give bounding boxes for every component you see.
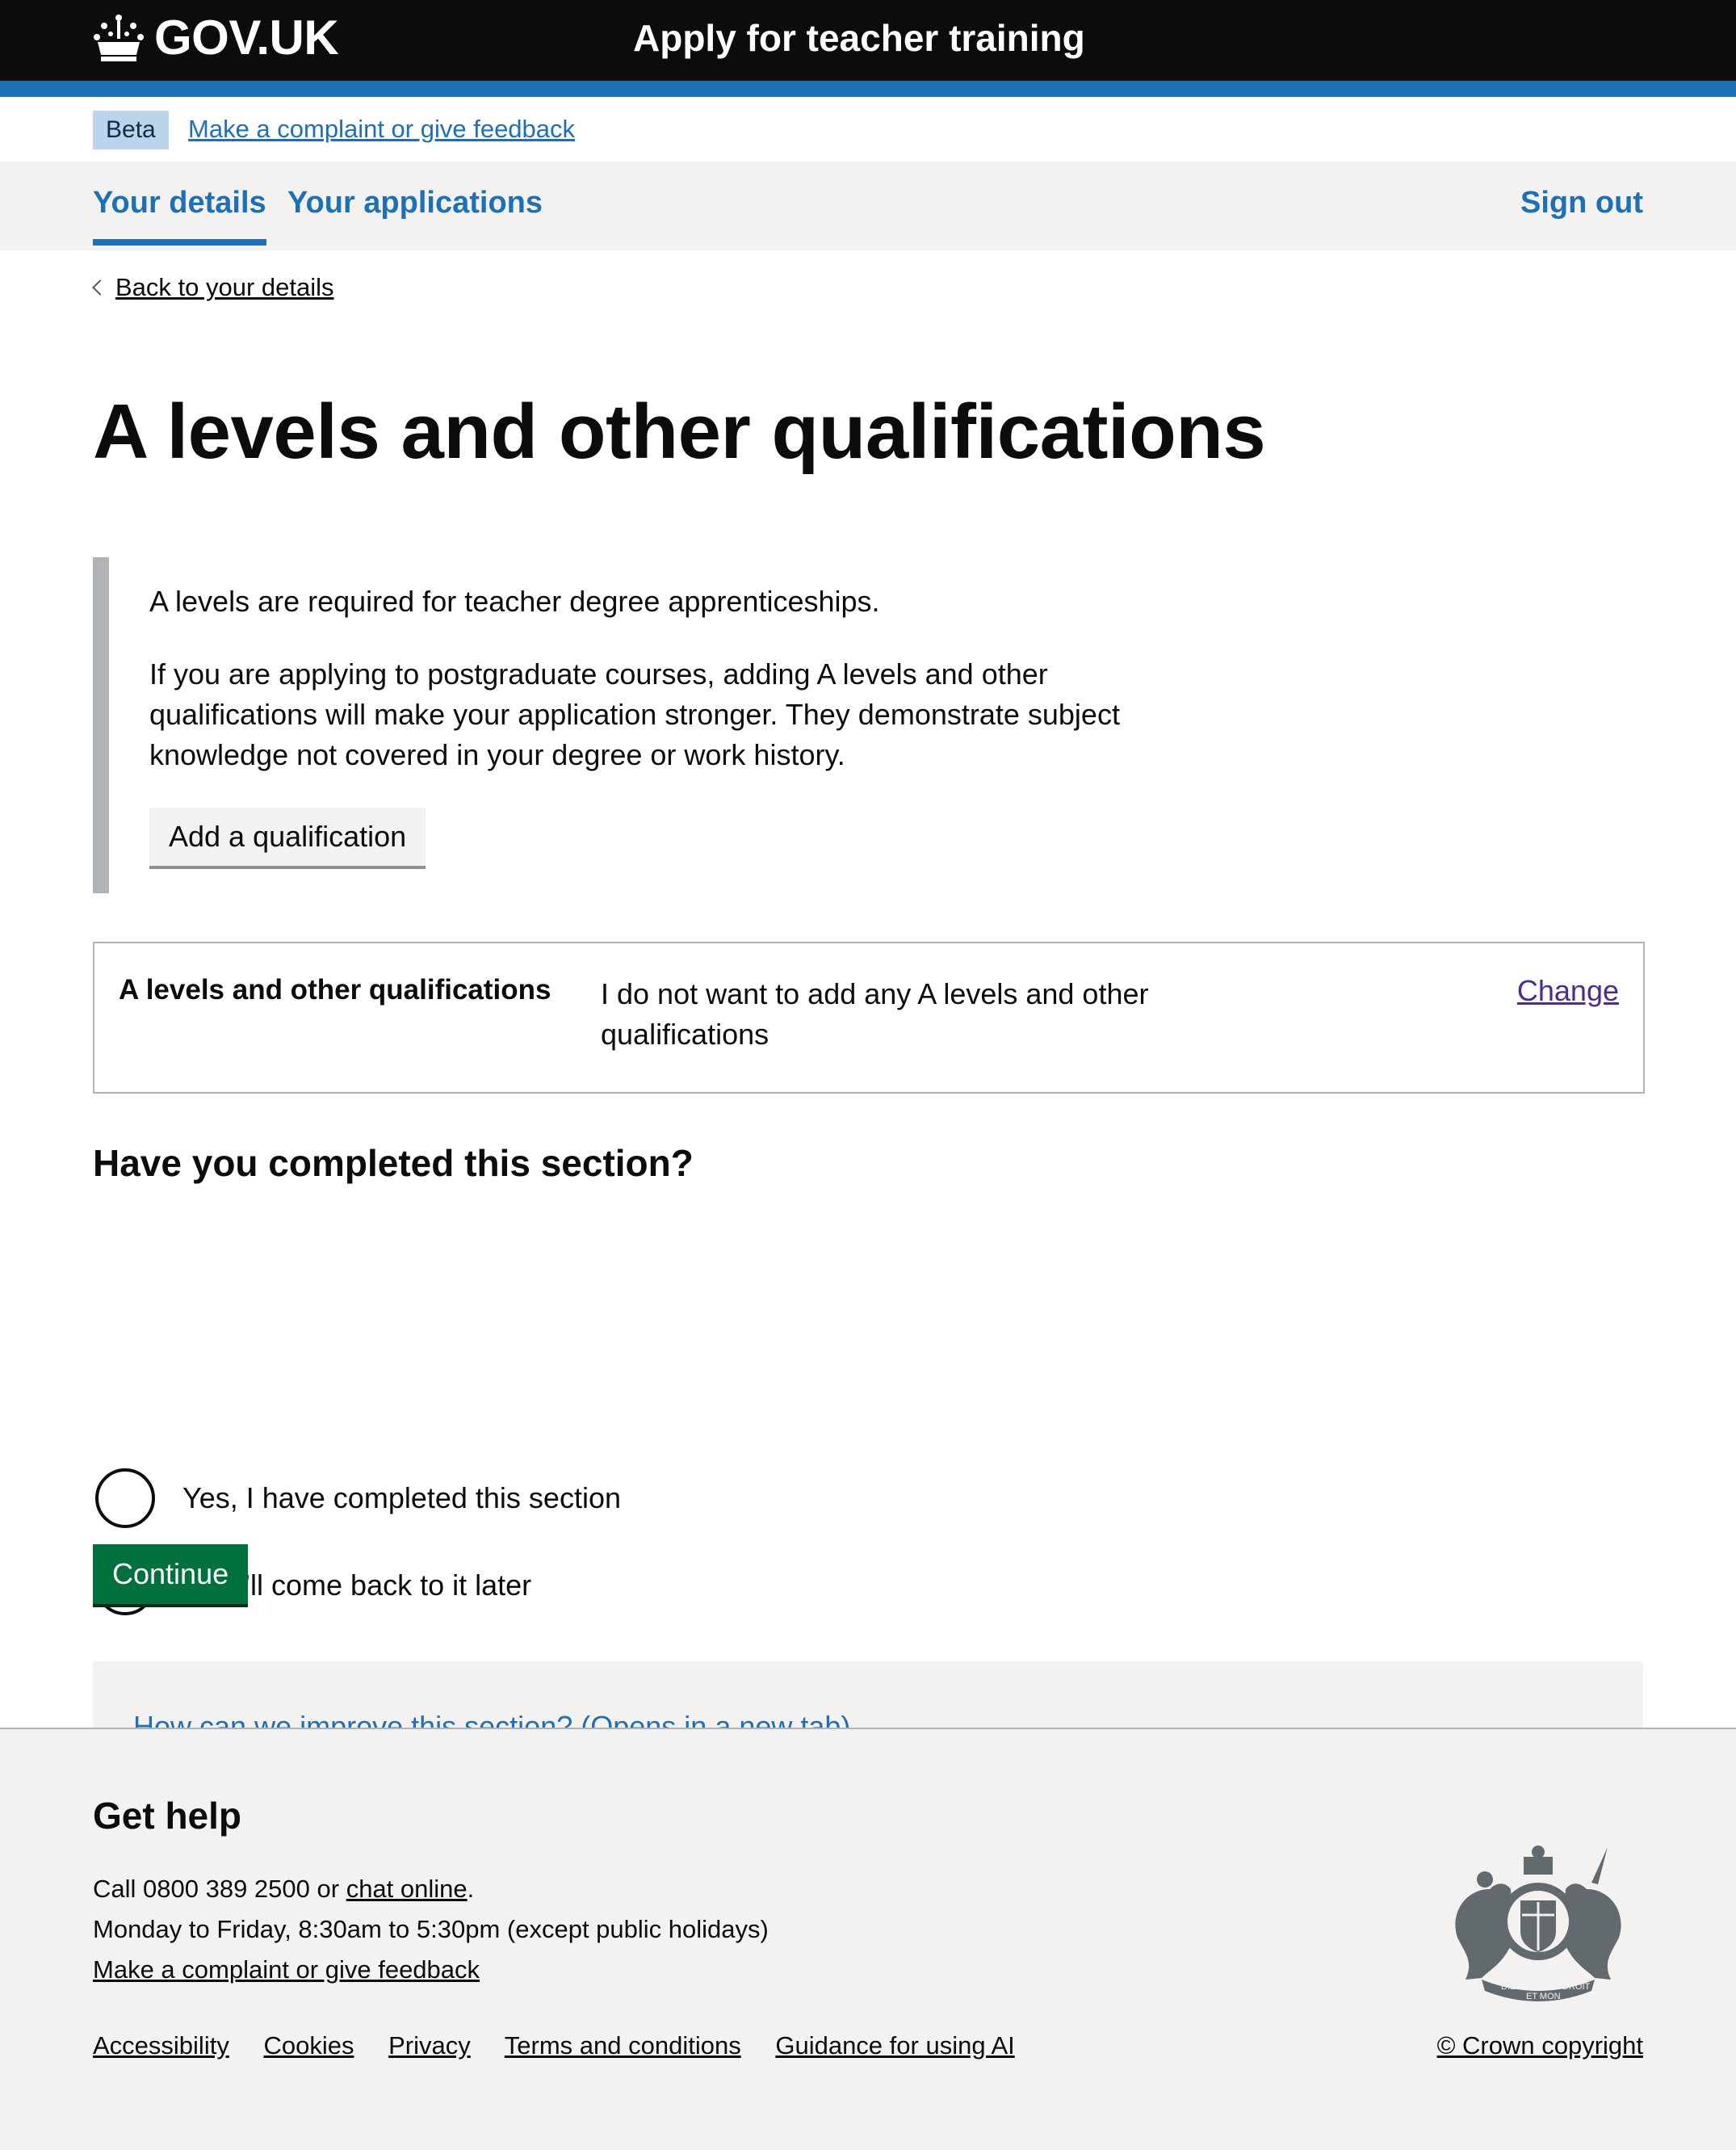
phase-banner: Beta Make a complaint or give feedback bbox=[0, 97, 1736, 162]
footer-link-privacy[interactable]: Privacy bbox=[388, 2031, 471, 2060]
radio-completed-yes[interactable]: Yes, I have completed this section bbox=[93, 1466, 621, 1531]
footer-heading: Get help bbox=[93, 1795, 242, 1837]
call-text: Call 0800 389 2500 or bbox=[93, 1875, 346, 1903]
footer-contact-line: Call 0800 389 2500 or chat online. bbox=[93, 1875, 474, 1904]
add-qualification-button[interactable]: Add a qualification bbox=[149, 808, 426, 866]
summary-card: A levels and other qualifications I do n… bbox=[93, 942, 1645, 1094]
govuk-logo-link[interactable]: GOV.UK bbox=[93, 10, 339, 65]
crown-icon bbox=[94, 14, 144, 61]
chevron-left-icon bbox=[92, 279, 108, 296]
inset-text: A levels are required for teacher degree… bbox=[93, 557, 1199, 893]
crown-copyright-link[interactable]: © Crown copyright bbox=[1437, 2031, 1643, 2060]
footer-hours: Monday to Friday, 8:30am to 5:30pm (exce… bbox=[93, 1915, 769, 1943]
footer-link-terms[interactable]: Terms and conditions bbox=[505, 2031, 741, 2060]
footer-link-cookies[interactable]: Cookies bbox=[263, 2031, 354, 2060]
sign-out-link[interactable]: Sign out bbox=[1520, 186, 1643, 220]
crest-motto-middle: ET MON bbox=[1526, 1992, 1561, 2001]
logo-text: GOV.UK bbox=[154, 10, 339, 65]
royal-coat-of-arms-icon: DIEU ET MON DROIT bbox=[1455, 1846, 1621, 2001]
primary-navigation: Your details Your applications Sign out bbox=[0, 162, 1736, 250]
crest-motto-left: DIEU bbox=[1501, 1982, 1522, 1992]
radio-circle[interactable] bbox=[95, 1468, 155, 1528]
footer-complaint-link[interactable]: Make a complaint or give feedback bbox=[93, 1955, 480, 1984]
inset-paragraph-1: A levels are required for teacher degree… bbox=[149, 585, 880, 618]
back-link[interactable]: Back to your details bbox=[92, 273, 334, 302]
main-content: Back to your details A levels and other … bbox=[92, 250, 1645, 1792]
call-suffix: . bbox=[467, 1875, 475, 1903]
site-footer: Get help Call 0800 389 2500 or chat onli… bbox=[0, 1728, 1736, 2150]
continue-button[interactable]: Continue bbox=[93, 1544, 249, 1604]
footer-link-accessibility[interactable]: Accessibility bbox=[93, 2031, 229, 2060]
completion-legend: Have you completed this section? bbox=[93, 1142, 694, 1184]
summary-value: I do not want to add any A levels and ot… bbox=[601, 977, 1149, 1051]
page-title: A levels and other qualifications bbox=[93, 388, 1266, 475]
back-link-label: Back to your details bbox=[115, 273, 334, 301]
nav-your-details[interactable]: Your details bbox=[93, 186, 266, 246]
site-header: GOV.UK Apply for teacher training bbox=[0, 0, 1736, 81]
radio-label-yes: Yes, I have completed this section bbox=[182, 1481, 621, 1514]
beta-tag: Beta bbox=[93, 111, 169, 149]
feedback-link[interactable]: Make a complaint or give feedback bbox=[188, 115, 575, 144]
crest-motto-right: DROIT bbox=[1562, 1982, 1591, 1992]
nav-your-applications[interactable]: Your applications bbox=[287, 186, 543, 220]
footer-meta-links: Accessibility Cookies Privacy Terms and … bbox=[93, 2031, 1042, 2060]
footer-link-ai-guidance[interactable]: Guidance for using AI bbox=[775, 2031, 1014, 2060]
change-link[interactable]: Change bbox=[1517, 974, 1619, 1008]
summary-key: A levels and other qualifications bbox=[119, 974, 551, 1006]
footer-complaint-line: Make a complaint or give feedback bbox=[93, 1955, 480, 1984]
inset-paragraph-2: If you are applying to postgraduate cour… bbox=[149, 657, 1120, 771]
service-name-link[interactable]: Apply for teacher training bbox=[633, 16, 1085, 60]
header-blue-bar bbox=[0, 81, 1736, 97]
chat-online-link[interactable]: chat online bbox=[346, 1875, 468, 1903]
